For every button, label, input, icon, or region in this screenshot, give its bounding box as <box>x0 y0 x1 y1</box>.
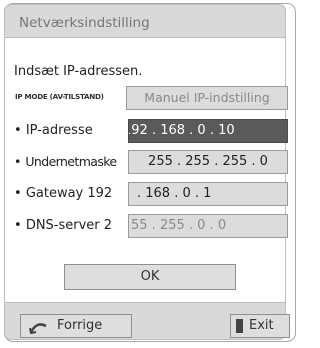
ip-address-label: • IP-adresse <box>14 123 93 138</box>
gateway-label: • Gateway 192 <box>14 186 113 201</box>
ok-button[interactable]: OK <box>64 264 236 290</box>
dns-server-label: • DNS-server 2 <box>14 218 113 233</box>
dns-server-field[interactable]: 55 . 255 . 0 . 0 <box>128 214 288 238</box>
exit-door-icon <box>236 319 243 333</box>
ip-mode-label: IP MODE (AV-TILSTAND) <box>15 92 104 101</box>
subnet-mask-label: • Undernetmaske <box>14 154 117 169</box>
ip-mode-select[interactable]: Manuel IP-indstilling <box>126 86 288 110</box>
title-bar: Netværksindstilling <box>4 4 286 38</box>
ip-address-field[interactable]: 192 . 168 . 0 . 10 <box>128 119 288 143</box>
back-arrow-icon <box>29 323 47 334</box>
exit-button-label: Exit <box>249 318 274 333</box>
subnet-mask-field[interactable]: 255 . 255 . 255 . 0 <box>128 150 288 174</box>
exit-button[interactable]: Exit <box>230 314 290 338</box>
dialog-title: Netværksindstilling <box>19 15 150 31</box>
back-button[interactable]: Forrige <box>20 314 132 338</box>
gateway-field[interactable]: . 168 . 0 . 1 <box>128 182 288 206</box>
prompt-text: Indsæt IP-adressen. <box>14 64 143 79</box>
back-button-label: Forrige <box>57 318 103 333</box>
